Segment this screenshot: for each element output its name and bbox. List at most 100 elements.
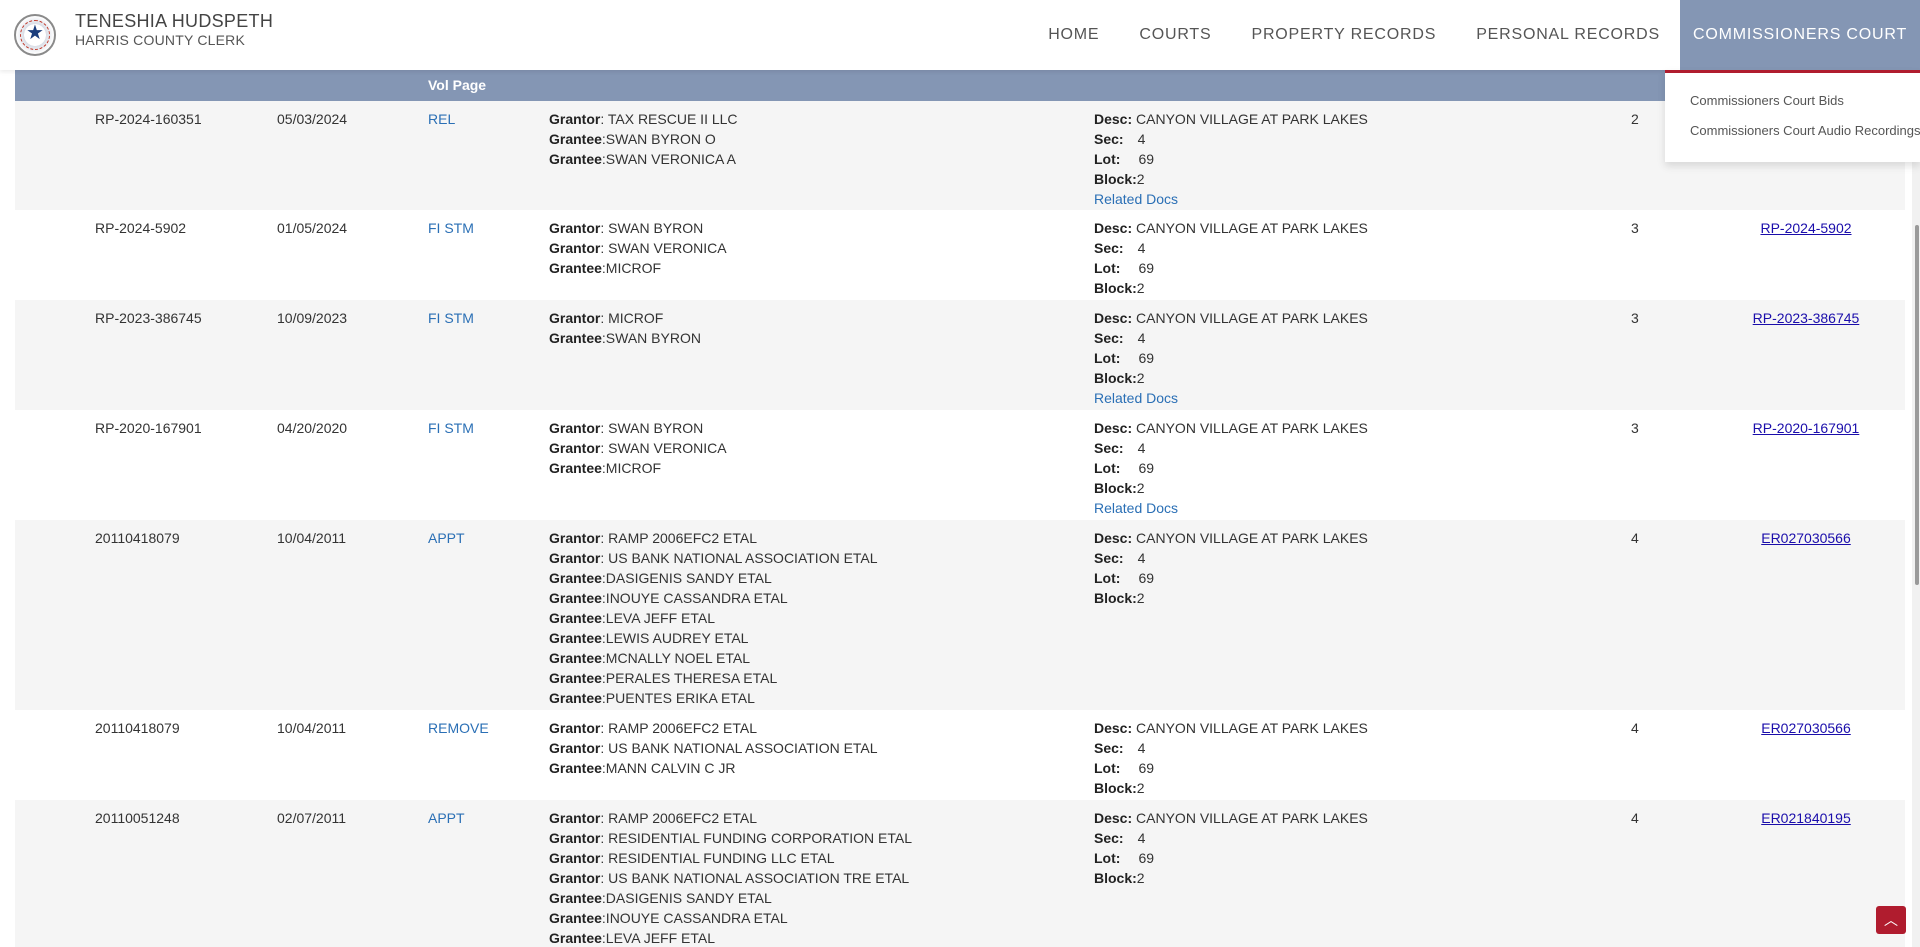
related-docs-link[interactable]: Related Docs — [1094, 191, 1178, 207]
table-row: RP-2024-160351 05/03/2024 REL Grantor: TAX … — [15, 101, 1905, 210]
desc-value: CANYON VILLAGE AT PARK LAKES — [1136, 111, 1368, 127]
party-role: Grantee — [549, 151, 602, 167]
page-scrollbar[interactable] — [1912, 70, 1920, 947]
scroll-to-top-button[interactable]: ︿ — [1876, 906, 1906, 934]
film-code-link[interactable]: RP-2020-167901 — [1753, 420, 1860, 436]
instrument-type-link[interactable]: FI STM — [428, 310, 474, 326]
film-code-link[interactable]: RP-2023-386745 — [1753, 310, 1860, 326]
party-name: :MICROF — [601, 260, 662, 276]
lot-value: 69 — [1138, 260, 1155, 276]
lot-label: Lot: — [1094, 460, 1121, 476]
party-role: Grantee — [549, 930, 602, 946]
file-date: 04/20/2020 — [277, 420, 348, 436]
party-name: :INOUYE CASSANDRA ETAL — [601, 590, 788, 606]
file-number: 20110051248 — [95, 810, 180, 826]
party-name: : RAMP 2006EFC2 ETAL — [600, 810, 758, 826]
lot-label: Lot: — [1094, 151, 1121, 167]
party-role: Grantor — [549, 870, 601, 886]
lot-value: 69 — [1138, 850, 1155, 866]
table-row: 20110418079 10/04/2011 APPT Grantor: RAMP 2… — [15, 520, 1905, 710]
party-name: : US BANK NATIONAL ASSOCIATION TRE ETAL — [600, 870, 910, 886]
film-code-link[interactable]: RP-2024-5902 — [1760, 220, 1851, 236]
nav-commissioners-court[interactable]: COMMISSIONERS COURT — [1680, 0, 1920, 70]
file-number: 20110418079 — [95, 530, 180, 546]
party-name: : US BANK NATIONAL ASSOCIATION ETAL — [600, 550, 878, 566]
film-code-link[interactable]: ER027030566 — [1761, 720, 1851, 736]
desc-label: Desc: — [1094, 420, 1133, 436]
menu-item-court-bids[interactable]: Commissioners Court Bids — [1665, 93, 1920, 123]
scrollbar-thumb[interactable] — [1915, 225, 1919, 585]
lot-value: 69 — [1138, 760, 1155, 776]
party-role: Grantor — [549, 850, 601, 866]
party-line: Grantor: RESIDENTIAL FUNDING LLC ETAL — [549, 848, 912, 868]
block-value: 2 — [1136, 480, 1145, 496]
party-line: Grantor: SWAN BYRON — [549, 418, 727, 438]
party-line: Grantee:SWAN BYRON — [549, 328, 701, 348]
party-role: Grantor — [549, 830, 601, 846]
party-line: Grantor: RAMP 2006EFC2 ETAL — [549, 528, 878, 548]
page-count: 3 — [1631, 220, 1639, 236]
party-name: :MCNALLY NOEL ETAL — [601, 650, 751, 666]
party-name: : RAMP 2006EFC2 ETAL — [600, 720, 758, 736]
lot-label: Lot: — [1094, 850, 1121, 866]
instrument-type-link[interactable]: REMOVE — [428, 720, 489, 736]
party-role: Grantor — [549, 240, 601, 256]
instrument-type-link[interactable]: REL — [428, 111, 455, 127]
block-value: 2 — [1136, 370, 1145, 386]
film-code-link[interactable]: ER021840195 — [1761, 810, 1851, 826]
names-cell: Grantor: RAMP 2006EFC2 ETAL Grantor: RESI… — [549, 808, 912, 947]
party-name: :LEVA JEFF ETAL — [601, 610, 715, 626]
party-line: Grantee:SWAN VERONICA A — [549, 149, 738, 169]
related-docs-link[interactable]: Related Docs — [1094, 500, 1178, 516]
party-name: :MICROF — [601, 460, 662, 476]
file-date: 02/07/2011 — [277, 810, 347, 826]
desc-value: CANYON VILLAGE AT PARK LAKES — [1136, 720, 1368, 736]
party-name: :DASIGENIS SANDY ETAL — [601, 570, 772, 586]
party-line: Grantee:DASIGENIS SANDY ETAL — [549, 888, 912, 908]
party-name: : US BANK NATIONAL ASSOCIATION ETAL — [600, 740, 878, 756]
lot-label: Lot: — [1094, 570, 1121, 586]
instrument-type-link[interactable]: APPT — [428, 530, 465, 546]
file-date: 10/04/2011 — [277, 720, 347, 736]
party-role: Grantor — [549, 810, 601, 826]
party-name: :SWAN VERONICA A — [601, 151, 736, 167]
names-cell: Grantor: MICROF Grantee:SWAN BYRON — [549, 308, 701, 348]
party-name: : RESIDENTIAL FUNDING LLC ETAL — [600, 850, 835, 866]
desc-label: Desc: — [1094, 220, 1133, 236]
party-role: Grantee — [549, 330, 602, 346]
nav-home[interactable]: HOME — [1028, 0, 1119, 70]
county-seal-logo[interactable]: ★ — [14, 14, 56, 56]
block-value: 2 — [1136, 780, 1145, 796]
menu-item-audio-recordings[interactable]: Commissioners Court Audio Recordings — [1665, 123, 1920, 153]
file-number: RP-2023-386745 — [95, 310, 202, 326]
instrument-type-link[interactable]: FI STM — [428, 220, 474, 236]
party-line: Grantee:LEVA JEFF ETAL — [549, 608, 878, 628]
party-role: Grantee — [549, 890, 602, 906]
sec-value: 4 — [1137, 740, 1146, 756]
party-role: Grantor — [549, 310, 601, 326]
party-line: Grantor: TAX RESCUE II LLC — [549, 109, 738, 129]
party-name: : SWAN VERONICA — [600, 240, 727, 256]
nav-property-records[interactable]: PROPERTY RECORDS — [1231, 0, 1456, 70]
table-row: 20110051248 02/07/2011 APPT Grantor: RAMP 2… — [15, 800, 1905, 947]
instrument-type-link[interactable]: APPT — [428, 810, 465, 826]
desc-value: CANYON VILLAGE AT PARK LAKES — [1136, 420, 1368, 436]
party-line: Grantor: MICROF — [549, 308, 701, 328]
sec-value: 4 — [1137, 240, 1146, 256]
instrument-type-link[interactable]: FI STM — [428, 420, 474, 436]
lot-label: Lot: — [1094, 260, 1121, 276]
related-docs-link[interactable]: Related Docs — [1094, 390, 1178, 406]
clerk-title: HARRIS COUNTY CLERK — [75, 32, 246, 48]
party-line: Grantor: RAMP 2006EFC2 ETAL — [549, 718, 878, 738]
film-code-link[interactable]: ER027030566 — [1761, 530, 1851, 546]
party-line: Grantee:MCNALLY NOEL ETAL — [549, 648, 878, 668]
legal-description: Desc: CANYON VILLAGE AT PARK LAKES Sec: 4 L… — [1094, 109, 1368, 209]
party-line: Grantee:INOUYE CASSANDRA ETAL — [549, 588, 878, 608]
party-line: Grantor: US BANK NATIONAL ASSOCIATION ET… — [549, 738, 878, 758]
nav-personal-records[interactable]: PERSONAL RECORDS — [1456, 0, 1680, 70]
lot-value: 69 — [1138, 570, 1155, 586]
legal-description: Desc: CANYON VILLAGE AT PARK LAKES Sec: 4 L… — [1094, 718, 1368, 798]
legal-description: Desc: CANYON VILLAGE AT PARK LAKES Sec: 4 L… — [1094, 808, 1368, 888]
lot-label: Lot: — [1094, 760, 1121, 776]
nav-courts[interactable]: COURTS — [1119, 0, 1231, 70]
